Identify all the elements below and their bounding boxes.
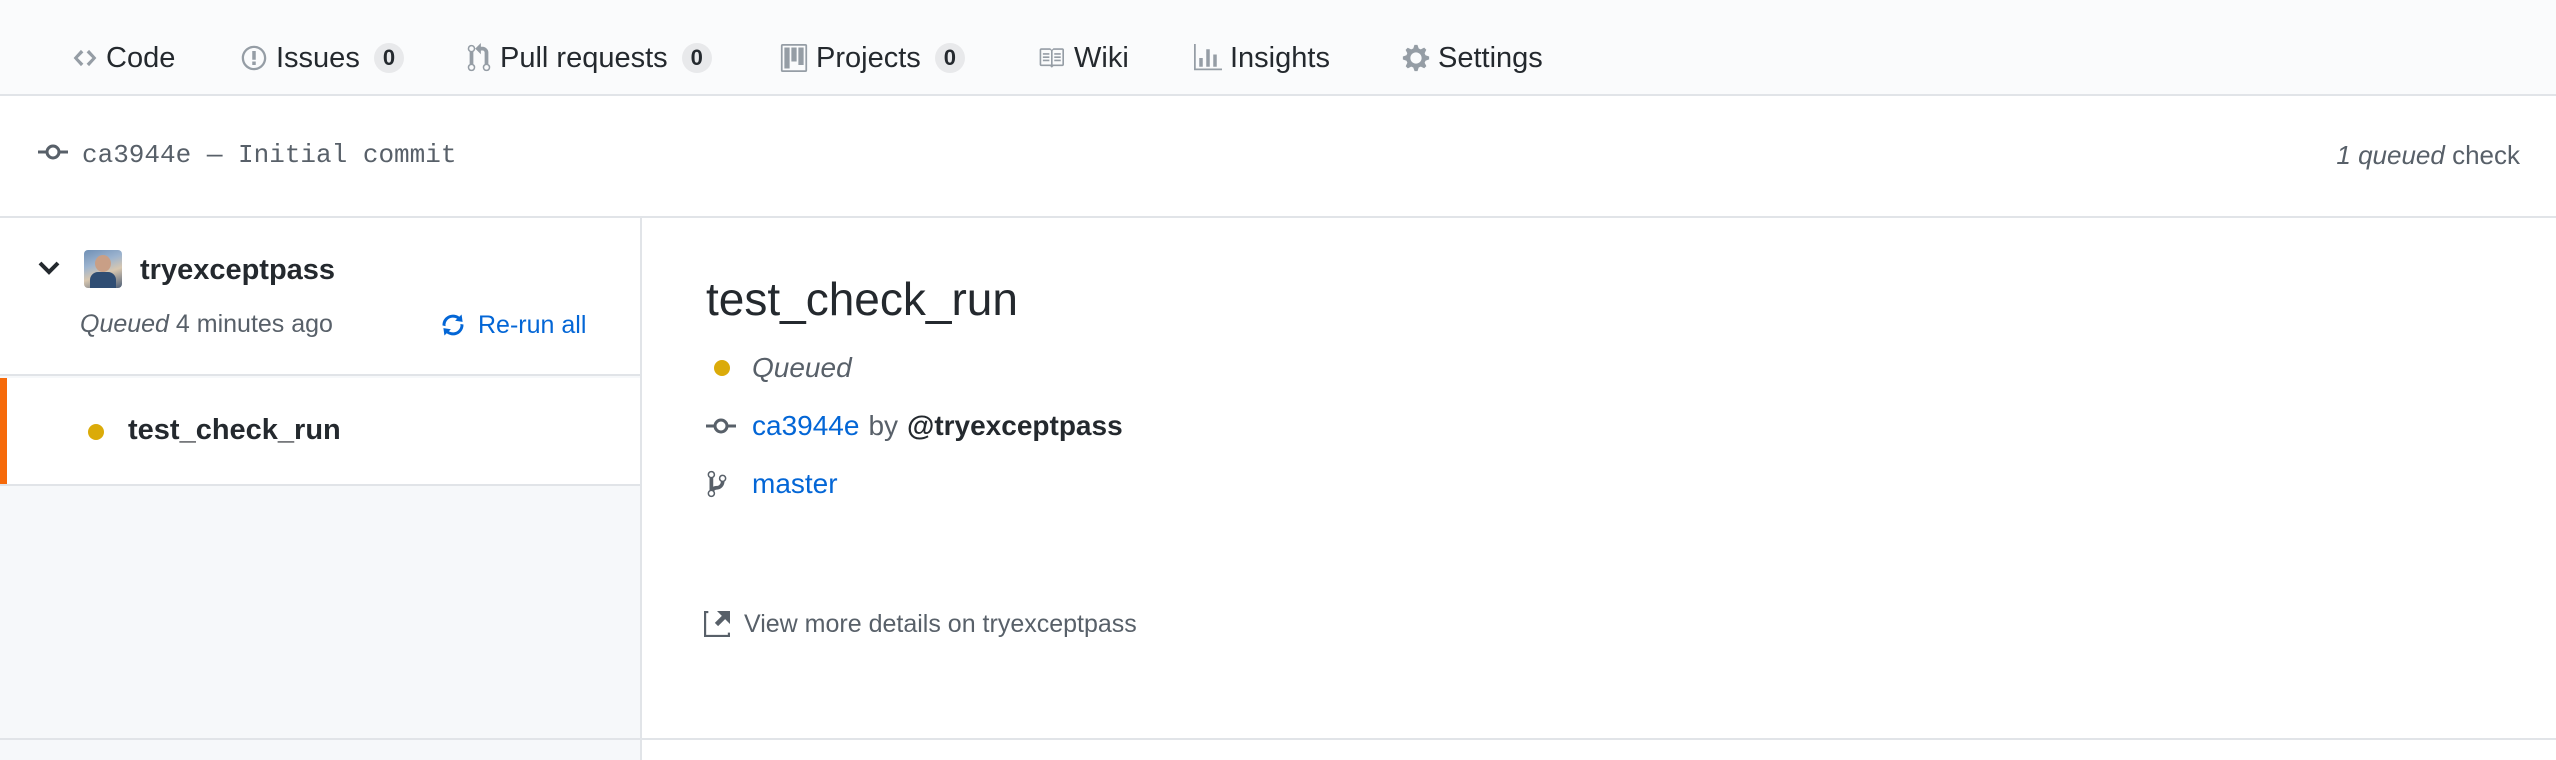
git-branch-icon: [707, 470, 727, 498]
by-text: by: [868, 410, 899, 441]
suite-status-time: 4 minutes ago: [168, 310, 333, 338]
tab-issues[interactable]: Issues 0: [240, 36, 405, 80]
check-run-item[interactable]: test_check_run: [0, 378, 640, 486]
check-run-details: test_check_run Queued ca3944e by @tryexc…: [642, 218, 2556, 738]
commit-row: ca3944e by @tryexceptpass: [706, 406, 1123, 446]
code-icon: [73, 49, 97, 67]
active-run-marker: [0, 378, 7, 484]
tab-pull-requests-label: Pull requests: [500, 41, 668, 74]
tab-code-label: Code: [106, 41, 176, 74]
queued-status-dot: [714, 360, 730, 376]
tab-settings-label: Settings: [1438, 41, 1543, 74]
view-more-details-label: View more details on tryexceptpass: [744, 609, 1137, 638]
rerun-all-label: Re-run all: [478, 310, 587, 339]
tab-settings[interactable]: Settings: [1402, 36, 1543, 80]
book-icon: [1039, 48, 1064, 68]
chevron-down-icon[interactable]: [38, 260, 60, 276]
pull-request-icon: [467, 43, 491, 72]
queued-status-dot: [88, 424, 104, 440]
check-run-name: test_check_run: [128, 414, 341, 446]
app-name[interactable]: tryexceptpass: [140, 254, 335, 287]
tab-projects-label: Projects: [816, 41, 921, 74]
repo-nav: Code Issues 0 Pull requests 0 Projects 0…: [0, 0, 2556, 96]
check-suites-sidebar: tryexceptpass Queued 4 minutes ago Re-ru…: [0, 218, 642, 760]
project-icon: [780, 44, 808, 72]
graph-icon: [1194, 44, 1222, 71]
tab-projects[interactable]: Projects 0: [780, 36, 966, 80]
check-run-status: Queued: [752, 352, 852, 383]
tab-wiki-label: Wiki: [1074, 41, 1129, 74]
queued-checks-summary: 1 queued check: [2336, 140, 2520, 171]
app-avatar: [84, 250, 122, 288]
link-external-icon: [704, 611, 730, 637]
tab-insights[interactable]: Insights: [1194, 36, 1330, 80]
queued-suffix: check: [2444, 140, 2520, 170]
status-row: Queued: [706, 348, 852, 388]
commit-icon: [706, 418, 736, 434]
check-suite-card: tryexceptpass Queued 4 minutes ago Re-ru…: [0, 218, 640, 376]
tab-wiki[interactable]: Wiki: [1036, 36, 1129, 80]
suite-status-label: Queued: [80, 310, 169, 338]
bottom-divider: [0, 738, 2556, 740]
author-name: @tryexceptpass: [907, 410, 1123, 441]
rerun-all-button[interactable]: Re-run all: [440, 308, 586, 342]
issue-icon: [241, 45, 267, 71]
tab-code[interactable]: Code: [72, 36, 175, 80]
tab-issues-label: Issues: [276, 41, 360, 74]
queued-count: 1 queued: [2336, 140, 2445, 170]
tab-insights-label: Insights: [1230, 41, 1330, 74]
commit-sha-link[interactable]: ca3944e: [752, 410, 859, 442]
commit-icon: [38, 144, 68, 160]
pull-requests-count-badge: 0: [681, 43, 712, 73]
tab-pull-requests[interactable]: Pull requests 0: [466, 36, 712, 80]
branch-row: master: [706, 464, 838, 504]
gear-icon: [1402, 44, 1430, 72]
view-more-details-link[interactable]: View more details on tryexceptpass: [704, 604, 1137, 644]
branch-link[interactable]: master: [752, 468, 838, 500]
commit-bar: ca3944e — Initial commit 1 queued check: [0, 96, 2556, 218]
suite-status: Queued 4 minutes ago: [80, 310, 333, 339]
issues-count-badge: 0: [373, 43, 405, 73]
sync-icon: [442, 314, 464, 336]
commit-message: ca3944e — Initial commit: [82, 140, 457, 170]
check-run-title: test_check_run: [706, 273, 1018, 325]
projects-count-badge: 0: [934, 43, 966, 73]
